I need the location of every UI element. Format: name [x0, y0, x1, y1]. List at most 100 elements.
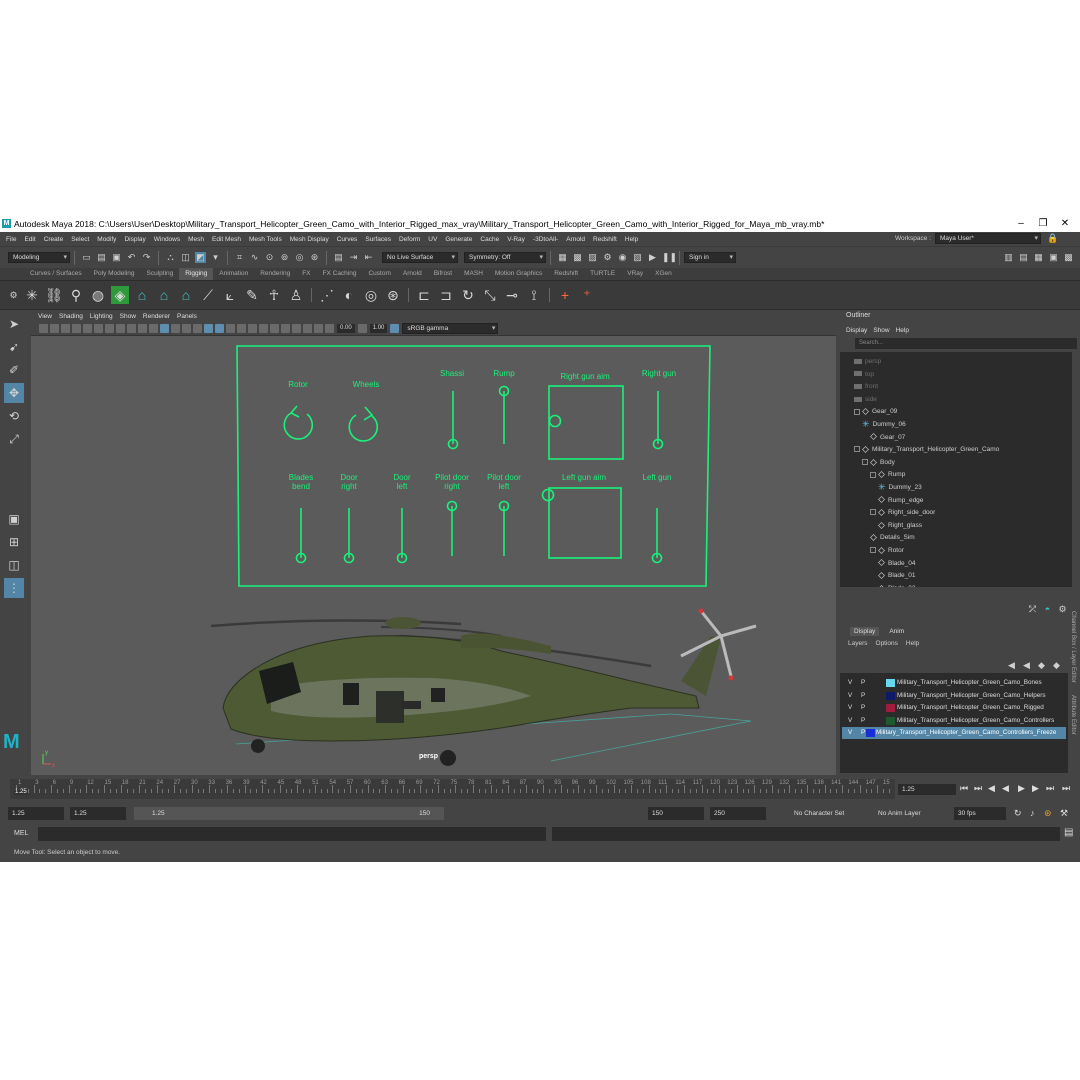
camera-attributes-icon[interactable]: [39, 324, 48, 333]
side-tab-channel-box[interactable]: Channel Box / Layer Editor: [1070, 611, 1076, 683]
anim-end-field[interactable]: 250: [710, 807, 766, 820]
layer-visibility-toggle[interactable]: V: [848, 715, 852, 727]
ik-handle-icon[interactable]: ⛓: [45, 286, 63, 304]
layer-color-swatch[interactable]: [886, 691, 895, 700]
cluster-icon[interactable]: ⌂: [133, 286, 151, 304]
input-ops-icon[interactable]: ⇥: [348, 252, 359, 263]
command-input[interactable]: [38, 827, 546, 841]
field-chart-icon[interactable]: [127, 324, 136, 333]
motion-blur-icon[interactable]: [248, 324, 257, 333]
scale-tool-icon[interactable]: ⤢: [4, 429, 24, 449]
shelf-tab-rendering[interactable]: Rendering: [254, 268, 296, 280]
shelf-tab-poly-modeling[interactable]: Poly Modeling: [88, 268, 141, 280]
select-tool-icon[interactable]: ➤: [4, 314, 24, 334]
use-all-lights-icon[interactable]: [215, 324, 224, 333]
shelf-tab-custom[interactable]: Custom: [362, 268, 396, 280]
layer-row[interactable]: V P Military_Transport_Helicopter_Green_Ca…: [842, 715, 1066, 727]
outliner-item[interactable]: top: [854, 369, 874, 381]
menu-vray[interactable]: V-Ray: [507, 236, 525, 243]
view-transform-dropdown[interactable]: sRGB gamma: [402, 323, 499, 334]
paint-select-icon[interactable]: ✐: [4, 360, 24, 380]
menu-deform[interactable]: Deform: [399, 236, 420, 243]
preferences-icon[interactable]: ⚒: [1060, 808, 1068, 819]
live-surface-dropdown[interactable]: No Live Surface: [382, 252, 458, 263]
end-time-field[interactable]: 150: [648, 807, 704, 820]
menu-set-dropdown[interactable]: Modeling: [8, 252, 70, 263]
undo-icon[interactable]: ↶: [126, 252, 137, 263]
layer-row[interactable]: V P Military_Transport_Helicopter_Green_Ca…: [842, 702, 1066, 714]
go-to-start-icon[interactable]: ⏮: [960, 783, 968, 794]
tool-settings-icon[interactable]: ▦: [1033, 252, 1044, 263]
menu-surfaces[interactable]: Surfaces: [365, 236, 391, 243]
new-scene-icon[interactable]: ▭: [81, 252, 92, 263]
step-back-frame-icon[interactable]: ◀: [988, 783, 995, 794]
shelf-tab-animation[interactable]: Animation: [213, 268, 254, 280]
textured-icon[interactable]: [204, 324, 213, 333]
menu-create[interactable]: Create: [44, 236, 64, 243]
outliner-item[interactable]: persp: [854, 356, 881, 368]
history-icon[interactable]: ▤: [333, 252, 344, 263]
ipr-render-icon[interactable]: ▨: [587, 252, 598, 263]
select-hierarchy-icon[interactable]: ⛬: [165, 252, 176, 263]
move-layer-up-icon[interactable]: ◀: [1006, 660, 1017, 671]
wheels-control[interactable]: [348, 414, 379, 442]
layer-playback-toggle[interactable]: P: [861, 702, 865, 714]
locator-plus-icon[interactable]: ⁺: [578, 286, 596, 304]
layer-row[interactable]: V P Military_Transport_Helicopter_Green_Ca…: [842, 690, 1066, 702]
select-object-icon[interactable]: ◫: [180, 252, 191, 263]
shelf-tab-rigging[interactable]: Rigging: [179, 268, 214, 280]
vp-menu-lighting[interactable]: Lighting: [90, 313, 113, 320]
sculpt-deformer-icon[interactable]: ◐: [340, 286, 358, 304]
menu-generate[interactable]: Generate: [445, 236, 472, 243]
range-bar[interactable]: 1.25 150: [134, 807, 444, 820]
joint-icon[interactable]: ✳: [23, 286, 41, 304]
make-live-icon[interactable]: ⊛: [309, 252, 320, 263]
maximize-icon[interactable]: ❐: [1036, 218, 1050, 230]
workspace-dropdown[interactable]: Maya User*: [935, 233, 1041, 244]
safe-title-icon[interactable]: [149, 324, 158, 333]
options-menu[interactable]: Options: [876, 640, 898, 647]
channel-box-icon[interactable]: ▣: [1048, 252, 1059, 263]
left-gun-aim-handle[interactable]: [541, 488, 555, 502]
wireframe-on-shaded-icon[interactable]: [193, 324, 202, 333]
layer-editor-icon[interactable]: ▩: [1063, 252, 1074, 263]
layer-visibility-toggle[interactable]: V: [848, 690, 852, 702]
outliner-item[interactable]: Right_side_door: [870, 507, 935, 519]
color-management-icon[interactable]: [390, 324, 400, 333]
shelf-tab-arnold[interactable]: Arnold: [397, 268, 428, 280]
expand-toggle-icon[interactable]: [854, 408, 860, 415]
shelf-tab-motion-graphics[interactable]: Motion Graphics: [489, 268, 548, 280]
four-view-icon[interactable]: ⊞: [4, 532, 24, 552]
menu-curves[interactable]: Curves: [337, 236, 358, 243]
ik-spline-icon[interactable]: ⚲: [67, 286, 85, 304]
redo-icon[interactable]: ↷: [141, 252, 152, 263]
layer-playback-toggle[interactable]: P: [861, 715, 865, 727]
lattice-icon[interactable]: ⌂: [155, 286, 173, 304]
layer-visibility-toggle[interactable]: V: [848, 677, 852, 689]
humanik-icon[interactable]: ☥: [265, 286, 283, 304]
step-forward-frame-icon[interactable]: ▶: [1032, 783, 1039, 794]
wrap-icon[interactable]: ✎: [243, 286, 261, 304]
depth-of-field-icon[interactable]: [270, 324, 279, 333]
outliner-item[interactable]: Rump_edge: [878, 495, 923, 507]
aim-constraint-icon[interactable]: ⊸: [503, 286, 521, 304]
xray-joints-icon[interactable]: [303, 324, 312, 333]
step-forward-key-icon[interactable]: ⏭: [1046, 783, 1054, 794]
layer-row[interactable]: V P Military_Transport_Helicopter_Green_Ca…: [842, 677, 1066, 689]
outliner-item[interactable]: side: [854, 394, 877, 406]
menu-redshift[interactable]: Redshift: [593, 236, 617, 243]
menu-edit[interactable]: Edit: [24, 236, 35, 243]
new-layer-icon[interactable]: ◆: [1036, 660, 1047, 671]
loop-icon[interactable]: ↻: [1014, 808, 1022, 819]
auto-key-icon[interactable]: ⊛: [1044, 808, 1052, 819]
anti-aliasing-icon[interactable]: [259, 324, 268, 333]
save-scene-icon[interactable]: ▣: [111, 252, 122, 263]
xray-icon[interactable]: [292, 324, 301, 333]
start-time-field[interactable]: 1.25: [8, 807, 64, 820]
symmetry-dropdown[interactable]: Symmetry: Off: [464, 252, 546, 263]
selection-mask-icon[interactable]: ▾: [210, 252, 221, 263]
mirror-joint-icon[interactable]: ⋰: [318, 286, 336, 304]
shelf-tab-turtle[interactable]: TURTLE: [584, 268, 621, 280]
shelf-tab-fx[interactable]: FX: [296, 268, 316, 280]
expand-toggle-icon[interactable]: [870, 471, 876, 478]
